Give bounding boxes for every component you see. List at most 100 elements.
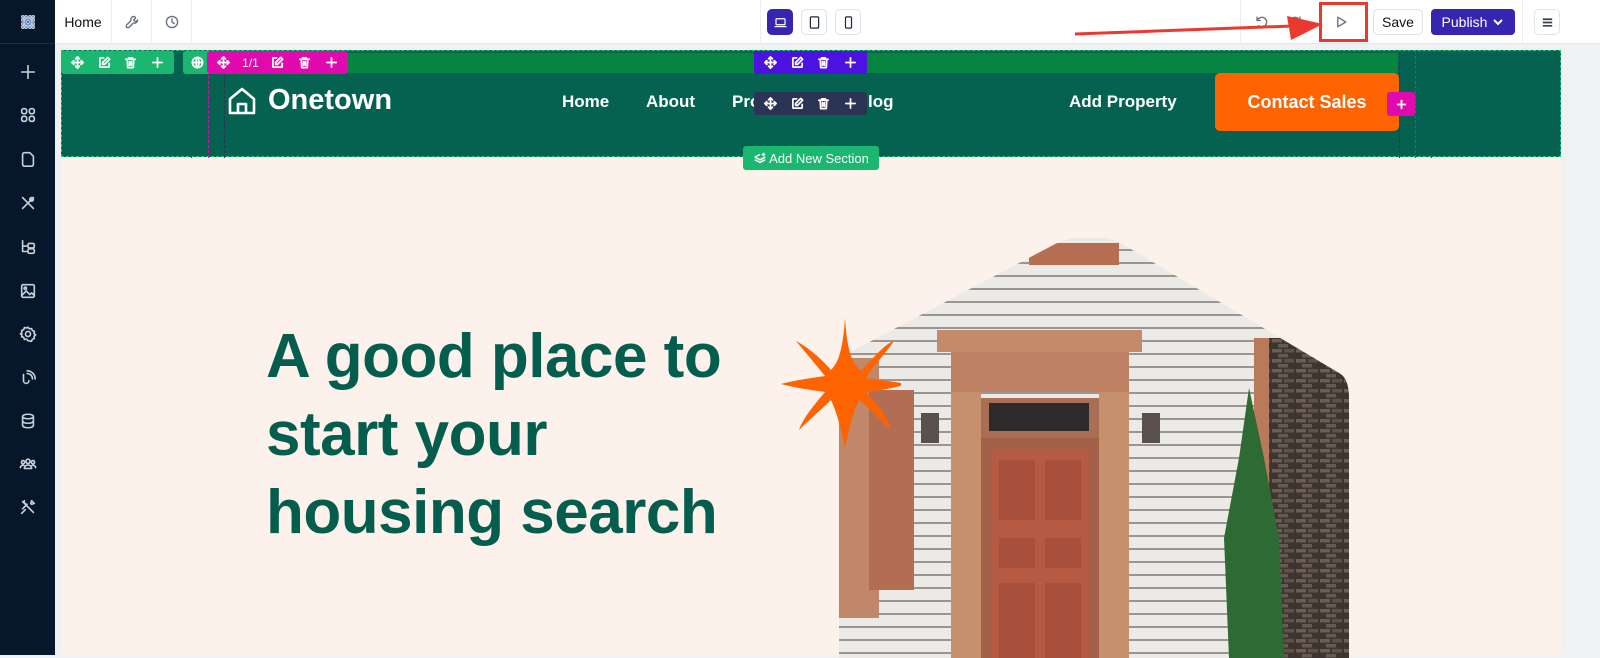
- plus-icon: [845, 97, 857, 110]
- nav-link-home[interactable]: Home: [562, 92, 609, 112]
- annotation-highlight-box: [1319, 2, 1368, 42]
- users-icon: [19, 458, 36, 470]
- move-handle[interactable]: [64, 51, 91, 74]
- main-menu-button[interactable]: [1534, 9, 1560, 35]
- navigator-button[interactable]: [0, 231, 55, 263]
- page-selector[interactable]: Home: [55, 0, 112, 44]
- design-button[interactable]: [0, 187, 55, 219]
- layout-guide: [1431, 51, 1432, 158]
- history-button[interactable]: [152, 0, 192, 44]
- move-handle[interactable]: [757, 92, 784, 115]
- edit-icon: [791, 97, 804, 110]
- desktop-view-button[interactable]: [767, 9, 793, 35]
- site-logo[interactable]: Onetown: [226, 84, 392, 117]
- settings-button[interactable]: [0, 318, 55, 350]
- publish-button[interactable]: Publish: [1431, 9, 1515, 35]
- phone-icon: [844, 15, 852, 29]
- components-icon: [20, 107, 35, 123]
- house-icon: [228, 87, 256, 114]
- save-button[interactable]: Save: [1373, 9, 1423, 35]
- chevron-down-icon: [1493, 19, 1504, 26]
- add-element-button[interactable]: [0, 56, 55, 88]
- tablet-icon: [809, 15, 819, 29]
- publish-label: Publish: [1441, 14, 1488, 30]
- move-icon: [763, 97, 777, 110]
- plus-icon: [325, 56, 338, 69]
- top-toolbar: Home Save Publish: [55, 0, 1600, 44]
- edit-icon: [98, 56, 111, 69]
- mobile-view-button[interactable]: [835, 9, 861, 35]
- hamburger-icon: [1542, 17, 1552, 27]
- hero-heading[interactable]: A good place to start your housing searc…: [266, 318, 726, 552]
- plus-icon: [20, 64, 35, 80]
- gear-icon: [19, 326, 36, 343]
- hero-house-image[interactable]: [839, 238, 1349, 658]
- move-icon: [217, 56, 230, 69]
- plus-icon: [1396, 99, 1406, 109]
- move-handle[interactable]: [210, 51, 237, 74]
- house-photo: [839, 238, 1349, 658]
- device-switcher: [760, 0, 861, 44]
- users-button[interactable]: [0, 448, 55, 480]
- plus-icon: [845, 56, 857, 69]
- page-count: 1/1: [242, 55, 259, 70]
- app-logo-icon: [20, 14, 35, 29]
- section-toolbar: [61, 51, 174, 74]
- components-button[interactable]: [0, 99, 55, 131]
- edit-button[interactable]: [91, 51, 118, 74]
- page-canvas: Onetown Home About Pro log Add Property …: [61, 50, 1561, 658]
- canvas-gutter: [1561, 44, 1600, 655]
- integrations-icon: [22, 369, 36, 385]
- add-new-section-button[interactable]: Add New Section: [743, 146, 879, 170]
- move-icon: [70, 56, 84, 69]
- app-logo[interactable]: [0, 0, 55, 44]
- delete-button[interactable]: [811, 51, 838, 74]
- layout-guide: [1415, 51, 1416, 158]
- database-button[interactable]: [0, 405, 55, 437]
- edit-button[interactable]: [784, 92, 811, 115]
- site-settings-button[interactable]: [112, 0, 152, 44]
- tablet-view-button[interactable]: [801, 9, 827, 35]
- edit-button[interactable]: [264, 51, 291, 74]
- add-button[interactable]: [144, 51, 171, 74]
- laptop-icon: [774, 17, 786, 27]
- container-toolbar: 1/1: [207, 51, 348, 74]
- trash-icon: [125, 56, 137, 69]
- delete-button[interactable]: [811, 92, 838, 115]
- delete-button[interactable]: [291, 51, 318, 74]
- edit-icon: [271, 56, 284, 69]
- add-column-button[interactable]: [1387, 92, 1415, 116]
- starburst-decoration: [781, 318, 901, 448]
- add-button[interactable]: [318, 51, 345, 74]
- move-handle[interactable]: [757, 51, 784, 74]
- globe-icon: [191, 56, 204, 69]
- integrations-button[interactable]: [0, 362, 55, 394]
- tools-icon: [20, 499, 35, 515]
- add-property-link[interactable]: Add Property: [1069, 92, 1177, 112]
- toolbar-divider: [1522, 0, 1523, 44]
- delete-button[interactable]: [118, 51, 145, 74]
- page-icon: [21, 151, 34, 168]
- plus-icon: [152, 56, 164, 69]
- nav-element-toolbar: [754, 92, 867, 115]
- nav-link-about[interactable]: About: [646, 92, 695, 112]
- pages-button[interactable]: [0, 143, 55, 175]
- contact-sales-button[interactable]: Contact Sales: [1215, 73, 1399, 131]
- trash-icon: [818, 97, 830, 110]
- trash-icon: [818, 56, 830, 69]
- annotation-arrow: [1075, 16, 1323, 40]
- tools-button[interactable]: [0, 491, 55, 523]
- media-button[interactable]: [0, 275, 55, 307]
- design-tools-icon: [21, 196, 34, 210]
- move-icon: [763, 56, 777, 69]
- edit-button[interactable]: [784, 51, 811, 74]
- add-button[interactable]: [837, 92, 864, 115]
- tree-icon: [21, 239, 35, 255]
- layers-plus-icon: [754, 152, 766, 164]
- add-button[interactable]: [837, 51, 864, 74]
- nav-link-blog[interactable]: log: [868, 92, 894, 112]
- add-new-section-label: Add New Section: [769, 150, 869, 166]
- site-logo-text: Onetown: [268, 84, 393, 116]
- wrench-icon: [125, 15, 138, 29]
- trash-icon: [298, 56, 311, 69]
